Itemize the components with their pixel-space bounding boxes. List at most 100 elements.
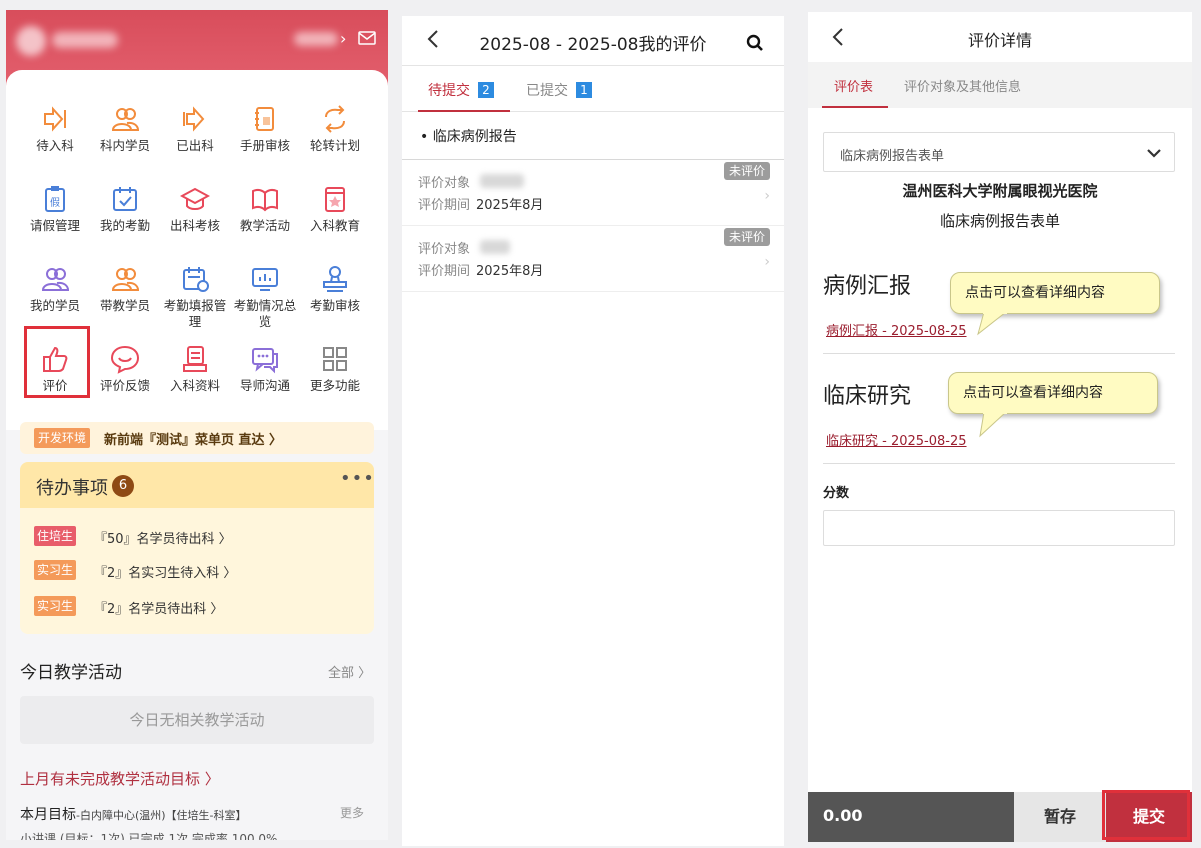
grid-item-feedback[interactable]: 评价反馈 [90,344,160,394]
todo-count-badge: 6 [112,475,134,497]
grid-label: 出科考核 [169,218,220,233]
grid-item-attendance-overview[interactable]: 考勤情况总览 [230,264,300,330]
grid-item-more[interactable]: 更多功能 [300,344,370,394]
dev-env-link[interactable]: 新前端『测试』菜单页 直达 〉 [104,429,282,448]
status-badge: 未评价 [723,162,770,180]
status-badge: 未评价 [723,228,770,246]
field-link[interactable]: 病例汇报 - 2025-08-25 [826,320,967,339]
chevron-right-icon: › [764,254,770,270]
grid-label: 我的考勤 [99,218,150,233]
nav-bar: 2025-08 - 2025-08我的评价 [402,16,784,66]
grid-item-leave-management[interactable]: 假 请假管理 [20,184,90,234]
grid-label: 请假管理 [29,218,80,233]
field-link[interactable]: 临床研究 - 2025-08-25 [826,430,967,449]
period-label: 评价期间 [418,264,471,279]
chevron-right-icon[interactable]: › [340,29,346,48]
save-draft-button[interactable]: 暂存 [1014,792,1106,842]
unfinished-goals-link[interactable]: 上月有未完成教学活动目标 〉 [20,768,220,789]
grid-item-attendance-review[interactable]: 考勤审核 [300,264,370,314]
grid-item-rotation-plan[interactable]: 轮转计划 [300,104,370,154]
tab-evaluation-form[interactable]: 评价表 [834,76,873,95]
grid-item-dept-students[interactable]: 科内学员 [90,104,160,154]
grid-item-teaching-activity[interactable]: 教学活动 [230,184,300,234]
grid-item-mentored-students[interactable]: 带教学员 [90,264,160,314]
org-name-blurred [294,32,338,46]
page-title: 评价详情 [967,31,1032,50]
grid-item-entry-education[interactable]: 入科教育 [300,184,370,234]
callout-tail [979,412,1007,438]
hospital-name: 温州医科大学附属眼视光医院 [902,182,1098,200]
mail-icon[interactable] [358,31,376,45]
mentor-chat-icon [252,348,278,374]
target-label: 评价对象 [418,176,471,191]
submit-highlight-box [1102,790,1190,840]
goal-row-partial: 小讲课 (目标：1次) 已完成 1次 完成率 100.0% [20,832,278,840]
search-icon[interactable] [746,34,764,52]
no-activity-placeholder: 今日无相关教学活动 [20,696,374,744]
grid-item-exited-dept[interactable]: 已出科 [160,104,230,154]
grid-item-mentor-chat[interactable]: 导师沟通 [230,344,300,394]
tooltip-callout: 点击可以查看详细内容 [948,372,1158,414]
grid-label: 轮转计划 [309,138,360,153]
grid-label: 教学活动 [239,218,290,233]
todo-text[interactable]: 『2』名学员待出科 〉 [94,598,223,617]
todo-text[interactable]: 『2』名实习生待入科 〉 [94,562,236,581]
form-select[interactable]: 临床病例报告表单 [823,132,1175,172]
grid-item-attendance-report[interactable]: 考勤填报管理 [160,264,230,330]
chevron-right-icon: › [764,188,770,204]
tab-label: 已提交 [526,83,568,99]
dev-env-banner[interactable]: 开发环境 新前端『测试』菜单页 直达 〉 [20,422,374,454]
grid-label: 考勤填报管理 [163,298,227,329]
todo-text[interactable]: 『50』名学员待出科 〉 [94,528,232,547]
grid-item-my-attendance[interactable]: 我的考勤 [90,184,160,234]
callout-tail [977,312,1007,336]
grid-item-my-students[interactable]: 我的学员 [20,264,90,314]
more-dots-icon[interactable]: ••• [340,468,374,489]
list-item[interactable]: 评价对象 评价期间 2025年8月 未评价 › [402,226,784,292]
month-goal-more-link[interactable]: 更多 [340,804,364,821]
home-panel: › 待入科 科内学员 已出科 手册审核 轮转计划 假 请假管理 我的考勤 出科考… [6,10,388,840]
status-tabs: 待提交 2 已提交 1 [402,66,784,112]
grid-label: 入科教育 [309,218,360,233]
tab-target-info[interactable]: 评价对象及其他信息 [904,76,1021,95]
period-value: 2025年8月 [476,264,544,279]
form-name: 临床病例报告表单 [939,212,1060,230]
entry-docs-icon [183,346,207,372]
tooltip-callout: 点击可以查看详细内容 [950,272,1160,314]
period-label: 评价期间 [418,198,471,213]
grid-label: 已出科 [176,138,214,153]
avatar[interactable] [16,26,46,56]
grid-item-handbook-review[interactable]: 手册审核 [230,104,300,154]
grid-label: 科内学员 [99,138,150,153]
period-row: 评价期间 2025年8月 [418,194,543,213]
grid-item-entry-docs[interactable]: 入科资料 [160,344,230,394]
todo-card: 待办事项 6 ••• 住培生 『50』名学员待出科 〉 实习生 『2』名实习生待… [20,462,374,634]
exited-dept-icon [183,106,205,132]
grid-label: 我的学员 [29,298,80,313]
divider [823,353,1175,354]
my-attendance-icon [113,187,137,211]
leave-management-icon: 假 [45,186,65,212]
nav-bar: 评价详情 [808,12,1192,62]
month-goal: 本月目标-白内障中心(温州)【住培生-科室】 [20,804,247,824]
tab-pending[interactable]: 待提交 2 [428,80,494,100]
mentored-students-icon [111,268,140,291]
grid-label: 入科资料 [169,378,220,393]
period-value: 2025年8月 [476,198,544,213]
entry-education-icon [325,187,345,212]
score-label: 分数 [823,486,850,501]
tab-count-badge: 1 [576,82,592,98]
evaluation-detail-panel: 评价详情 评价表 评价对象及其他信息 临床病例报告表单 温州医科大学附属眼视光医… [808,12,1192,842]
grid-item-exit-exam[interactable]: 出科考核 [160,184,230,234]
bottom-action-bar: 0.00 暂存 提交 [808,790,1192,842]
list-item[interactable]: 评价对象 评价期间 2025年8月 未评价 › [402,160,784,226]
grid-label: 考勤审核 [309,298,360,313]
todo-title: 待办事项 [36,478,108,499]
more-grid-icon [323,347,347,371]
tab-submitted[interactable]: 已提交 1 [526,80,592,100]
grid-label: 导师沟通 [239,378,290,393]
today-activity-all-link[interactable]: 全部 〉 [328,662,371,681]
grid-item-enter-dept[interactable]: 待入科 [20,104,90,154]
attendance-overview-icon [252,268,278,291]
score-input[interactable] [823,510,1175,546]
